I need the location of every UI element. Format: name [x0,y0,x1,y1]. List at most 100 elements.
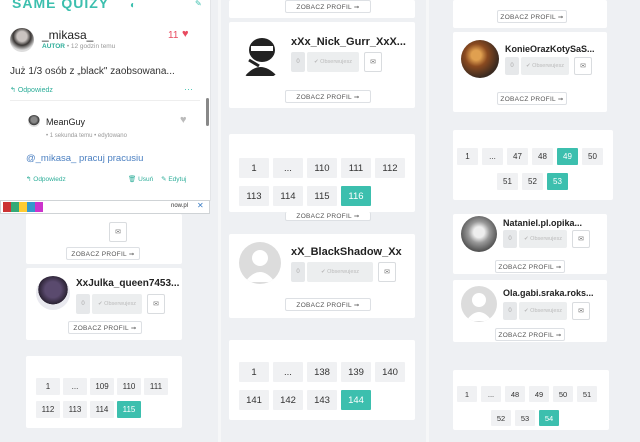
message-icon[interactable]: ✉ [109,222,127,242]
page-button[interactable]: 1 [36,378,60,395]
avatar[interactable] [461,216,497,252]
view-profile-button[interactable]: ZOBACZ PROFIL ➞ [285,298,371,311]
page-button[interactable]: 140 [375,362,405,382]
page-button[interactable]: 112 [375,158,405,178]
username[interactable]: Nataniel.pl.opika... [503,218,582,228]
page-button[interactable]: 47 [507,148,528,165]
page-button[interactable]: 112 [36,401,60,418]
avatar[interactable] [10,28,34,52]
view-profile-button[interactable]: ZOBACZ PROFIL ➞ [497,10,567,23]
delete-button[interactable]: Usuń [138,176,153,183]
page-button[interactable]: 52 [491,410,511,426]
page-button[interactable]: 51 [577,386,597,402]
page-button[interactable]: 54 [539,410,559,426]
mention-link[interactable]: @_mikasa_ [26,153,76,164]
page-button[interactable]: 48 [532,148,553,165]
page-button[interactable]: 52 [522,173,543,190]
avatar[interactable] [36,276,70,310]
view-profile-button[interactable]: ZOBACZ PROFIL ➞ [285,212,371,221]
page-button[interactable]: 139 [341,362,371,382]
view-profile-button[interactable]: ZOBACZ PROFIL ➞ [66,247,140,260]
page-button[interactable]: 116 [341,186,371,206]
username[interactable]: KonieOrazKotySaS... [505,44,595,54]
avatar[interactable] [461,40,499,78]
page-button[interactable]: 141 [239,390,269,410]
message-icon[interactable]: ✉ [572,302,590,320]
page-button[interactable]: 50 [553,386,573,402]
username[interactable]: xX_BlackShadow_Xx [291,246,402,258]
comment-author[interactable]: MeanGuy [46,117,85,127]
comment-author[interactable]: _mikasa_ [42,28,93,42]
view-profile-button[interactable]: ZOBACZ PROFIL ➞ [285,90,371,103]
page-button[interactable]: ... [273,362,303,382]
page-button[interactable]: 49 [529,386,549,402]
edit-button[interactable]: Edytuj [168,176,186,183]
view-profile-button[interactable]: ZOBACZ PROFIL ➞ [68,321,142,334]
message-icon[interactable]: ✉ [147,294,165,314]
follow-controls: 0 ✔ Obserwujesz ✉ [291,52,382,72]
message-icon[interactable]: ✉ [572,230,590,248]
page-button[interactable]: 111 [341,158,371,178]
username[interactable]: Ola.gabi.sraka.roks... [503,288,594,298]
page-button[interactable]: 111 [144,378,168,395]
avatar[interactable] [28,115,40,127]
page-button[interactable]: 1 [239,158,269,178]
follow-button[interactable]: ✔ Obserwujesz [519,230,567,248]
username[interactable]: xXx_Nick_Gurr_XxX... [291,36,406,48]
follow-button[interactable]: ✔ Obserwujesz [307,52,359,72]
avatar[interactable] [235,30,285,80]
page-button[interactable]: 50 [582,148,603,165]
page-button[interactable]: 115 [307,186,337,206]
site-logo[interactable]: SAME QUIZY [12,0,109,11]
page-button[interactable]: 1 [239,362,269,382]
message-icon[interactable]: ✉ [378,262,396,282]
ad-banner[interactable]: now.pl ✕ [0,200,210,214]
page-button[interactable]: 53 [515,410,535,426]
view-profile-button[interactable]: ZOBACZ PROFIL ➞ [285,0,371,13]
follower-count: 0 [505,57,519,75]
view-profile-button[interactable]: ZOBACZ PROFIL ➞ [495,260,565,273]
page-button[interactable]: 109 [90,378,114,395]
page-button[interactable]: 142 [273,390,303,410]
heart-icon[interactable]: ♥ [182,28,189,40]
page-button[interactable]: 51 [497,173,518,190]
page-button[interactable]: 48 [505,386,525,402]
avatar[interactable] [239,242,281,284]
page-button[interactable]: 115 [117,401,141,418]
follow-button[interactable]: ✔ Obserwujesz [519,302,567,320]
page-button[interactable]: ... [273,158,303,178]
page-button[interactable]: ... [482,148,503,165]
follow-button[interactable]: ✔ Obserwujesz [307,262,373,282]
page-button[interactable]: 1 [457,148,478,165]
follow-button[interactable]: ✔ Obserwujesz [521,57,569,75]
page-button[interactable]: 110 [117,378,141,395]
page-button[interactable]: 53 [547,173,568,190]
follow-button[interactable]: ✔ Obserwujesz [92,294,142,314]
page-button[interactable]: 143 [307,390,337,410]
more-options-icon[interactable]: ··· [184,84,193,94]
pagination: 1... 138 139 140 141 142 143 144 [239,362,407,410]
page-button[interactable]: 138 [307,362,337,382]
message-icon[interactable]: ✉ [574,57,592,75]
reply-button[interactable]: Odpowiedz [33,176,66,183]
pagination-panel: 1... 110 111 112 113 114 115 116 [229,134,415,212]
page-button[interactable]: ... [481,386,501,402]
avatar[interactable] [461,286,497,322]
view-profile-button[interactable]: ZOBACZ PROFIL ➞ [495,328,565,341]
page-button[interactable]: ... [63,378,87,395]
scrollbar[interactable] [206,98,209,126]
page-button[interactable]: 113 [239,186,269,206]
page-button[interactable]: 113 [63,401,87,418]
message-icon[interactable]: ✉ [364,52,382,72]
view-profile-button[interactable]: ZOBACZ PROFIL ➞ [497,92,567,105]
heart-icon[interactable]: ♥ [180,114,187,126]
close-icon[interactable]: ✕ [197,201,204,210]
page-button[interactable]: 110 [307,158,337,178]
page-button[interactable]: 144 [341,390,371,410]
page-button[interactable]: 1 [457,386,477,402]
reply-button[interactable]: Odpowiedz [18,87,53,94]
page-button[interactable]: 114 [90,401,114,418]
username[interactable]: XxJulka_queen7453... [76,278,179,289]
page-button[interactable]: 114 [273,186,303,206]
page-button[interactable]: 49 [557,148,578,165]
